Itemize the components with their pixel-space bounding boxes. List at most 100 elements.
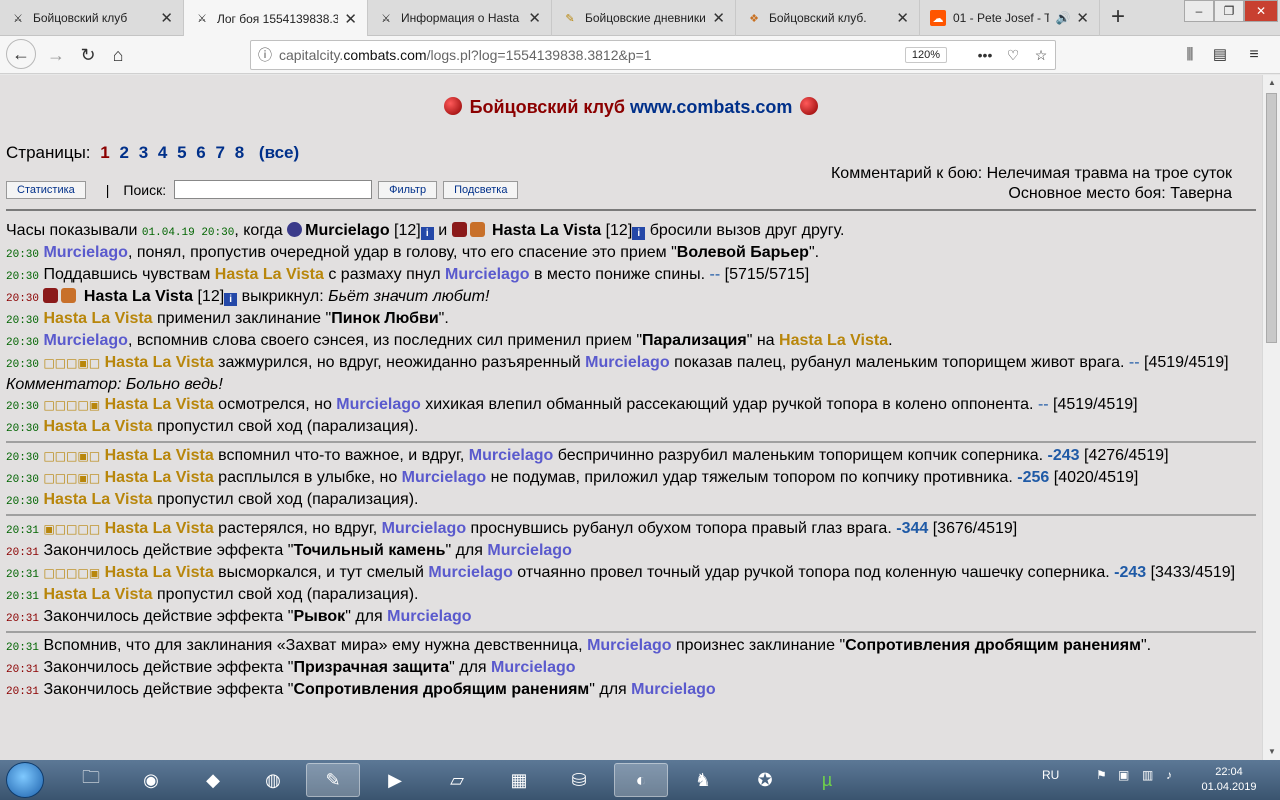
page-link-4[interactable]: 4	[158, 143, 167, 162]
page-link-2[interactable]: 2	[119, 143, 128, 162]
fighter-name-hasta[interactable]: Hasta La Vista	[105, 396, 214, 413]
fighter-name-murcielago[interactable]: Murcielago	[387, 608, 471, 625]
fighter-name-murcielago[interactable]: Murcielago	[336, 396, 420, 413]
address-bar[interactable]: ⓘ capitalcity.combats.com/logs.pl?log=15…	[250, 40, 1056, 70]
close-icon[interactable]: ✕	[160, 9, 173, 27]
forward-button[interactable]: →	[42, 41, 70, 69]
elephant-icon[interactable]: ♞	[676, 763, 730, 797]
fighter-name-hasta[interactable]: Hasta La Vista	[492, 222, 601, 239]
chrome-icon[interactable]: ◉	[124, 763, 178, 797]
fighter-name-murcielago[interactable]: Murcielago	[402, 469, 486, 486]
fighter-name-murcielago[interactable]: Murcielago	[487, 542, 571, 559]
menu-icon[interactable]: ≡	[1240, 41, 1268, 69]
url-text[interactable]: capitalcity.combats.com/logs.pl?log=1554…	[279, 47, 905, 63]
fighter-name-hasta[interactable]: Hasta La Vista	[43, 310, 152, 327]
close-icon[interactable]: ✕	[344, 10, 357, 28]
page-link-8[interactable]: 8	[235, 143, 244, 162]
tab-soundcloud[interactable]: ☁ 01 - Pete Josef - Tha 🔊 ✕	[920, 0, 1100, 36]
close-window-button[interactable]: ✕	[1244, 0, 1278, 22]
tab-combats-club[interactable]: ⚔ Бойцовский клуб ✕	[0, 0, 184, 36]
page-link-1[interactable]: 1	[100, 143, 109, 162]
speaker-icon[interactable]: 🔊	[1055, 11, 1070, 25]
calculator-icon[interactable]: ▦	[492, 763, 546, 797]
maximize-button[interactable]: ❐	[1214, 0, 1244, 22]
fighter-name-hasta[interactable]: Hasta La Vista	[105, 564, 214, 581]
pocket-icon[interactable]: ♡	[999, 47, 1027, 64]
vertical-scrollbar[interactable]: ▲ ▼	[1262, 75, 1280, 760]
fighter-name-hasta[interactable]: Hasta La Vista	[105, 354, 214, 371]
installer-icon[interactable]: ◆	[186, 763, 240, 797]
fighter-name-hasta[interactable]: Hasta La Vista	[43, 418, 152, 435]
bookmark-star-icon[interactable]: ☆	[1027, 47, 1055, 64]
page-actions-icon[interactable]: •••	[971, 47, 999, 63]
explorer-icon[interactable]: 🗀	[64, 763, 118, 797]
reload-button[interactable]: ↻	[74, 41, 102, 69]
fighter-name-hasta[interactable]: Hasta La Vista	[105, 520, 214, 537]
globe-icon[interactable]: ◍	[246, 763, 300, 797]
language-indicator[interactable]: RU	[1042, 768, 1059, 782]
new-tab-button[interactable]: +	[1104, 4, 1132, 32]
fighter-name-murcielago[interactable]: Murcielago	[382, 520, 466, 537]
fighter-name-murcielago[interactable]: Murcielago	[587, 637, 671, 654]
minimize-button[interactable]: –	[1184, 0, 1214, 22]
fighter-name-hasta[interactable]: Hasta La Vista	[43, 586, 152, 603]
media-player-icon[interactable]: ▶	[368, 763, 422, 797]
clock[interactable]: 22:04 01.04.2019	[1196, 765, 1262, 795]
tab-battle-log[interactable]: ⚔ Лог боя 1554139838.38 ✕	[184, 0, 368, 37]
fighter-name-hasta[interactable]: Hasta La Vista	[105, 469, 214, 486]
paint-icon[interactable]: ✎	[306, 763, 360, 797]
utorrent-icon[interactable]: µ	[800, 763, 854, 797]
filter-button[interactable]: Фильтр	[378, 180, 438, 199]
close-icon[interactable]: ✕	[1076, 9, 1089, 27]
fighter-name-hasta[interactable]: Hasta La Vista	[215, 266, 324, 283]
info-icon[interactable]: i	[420, 227, 434, 240]
fighter-name-murcielago[interactable]: Murcielago	[445, 266, 529, 283]
fighter-name-murcielago[interactable]: Murcielago	[491, 659, 575, 676]
tab-combats-club-2[interactable]: ❖ Бойцовский клуб. ✕	[736, 0, 920, 36]
search-input[interactable]	[174, 180, 373, 199]
page-link-5[interactable]: 5	[177, 143, 186, 162]
fighter-name-hasta[interactable]: Hasta La Vista	[105, 447, 214, 464]
page-link-all[interactable]: (все)	[259, 143, 299, 162]
action-center-icon[interactable]: ⚑	[1096, 768, 1107, 782]
page-link-3[interactable]: 3	[139, 143, 148, 162]
database-icon[interactable]: ⛁	[552, 763, 606, 797]
tray-icon[interactable]: ▣	[1118, 768, 1129, 782]
close-icon[interactable]: ✕	[528, 9, 541, 27]
fighter-name-hasta[interactable]: Hasta La Vista	[779, 332, 888, 349]
close-icon[interactable]: ✕	[712, 9, 725, 27]
scroll-up-icon[interactable]: ▲	[1263, 75, 1280, 91]
sidebar-icon[interactable]: ▤	[1206, 41, 1234, 69]
home-button[interactable]: ⌂	[104, 41, 132, 69]
network-icon[interactable]: ▥	[1142, 768, 1153, 782]
fighter-name-murcielago[interactable]: Murcielago	[585, 354, 669, 371]
tab-diaries[interactable]: ✎ Бойцовские дневники ✕	[552, 0, 736, 36]
back-button[interactable]: ←	[6, 39, 36, 69]
fighter-name-hasta[interactable]: Hasta La Vista	[84, 288, 193, 305]
page-link-7[interactable]: 7	[216, 143, 225, 162]
fighter-name-murcielago[interactable]: Murcielago	[305, 222, 389, 239]
scroll-down-icon[interactable]: ▼	[1263, 744, 1280, 760]
zoom-indicator[interactable]: 120%	[904, 47, 947, 63]
scrollbar-thumb[interactable]	[1266, 93, 1277, 343]
start-button[interactable]	[6, 762, 44, 798]
fighter-name-murcielago[interactable]: Murcielago	[43, 244, 127, 261]
highlight-button[interactable]: Подсветка	[443, 180, 519, 199]
info-icon[interactable]: i	[224, 293, 238, 306]
fighter-name-murcielago[interactable]: Murcielago	[43, 332, 127, 349]
fighter-name-murcielago[interactable]: Murcielago	[428, 564, 512, 581]
fighter-name-murcielago[interactable]: Murcielago	[631, 681, 715, 698]
close-icon[interactable]: ✕	[896, 9, 909, 27]
library-icon[interactable]: ⫼	[1176, 41, 1204, 69]
game-client-icon[interactable]: ✪	[738, 763, 792, 797]
firefox-icon[interactable]: ◐	[614, 763, 668, 797]
statistics-button[interactable]: Статистика	[6, 180, 86, 199]
info-icon[interactable]: i	[632, 227, 646, 240]
notes-icon[interactable]: ▱	[430, 763, 484, 797]
fighter-name-murcielago[interactable]: Murcielago	[469, 447, 553, 464]
tab-hasta-info[interactable]: ⚔ Информация о Hasta L ✕	[368, 0, 552, 36]
page-link-6[interactable]: 6	[196, 143, 205, 162]
fighter-name-hasta[interactable]: Hasta La Vista	[43, 491, 152, 508]
title-site-link[interactable]: www.combats.com	[630, 97, 792, 117]
volume-icon[interactable]: ♪	[1166, 768, 1172, 782]
